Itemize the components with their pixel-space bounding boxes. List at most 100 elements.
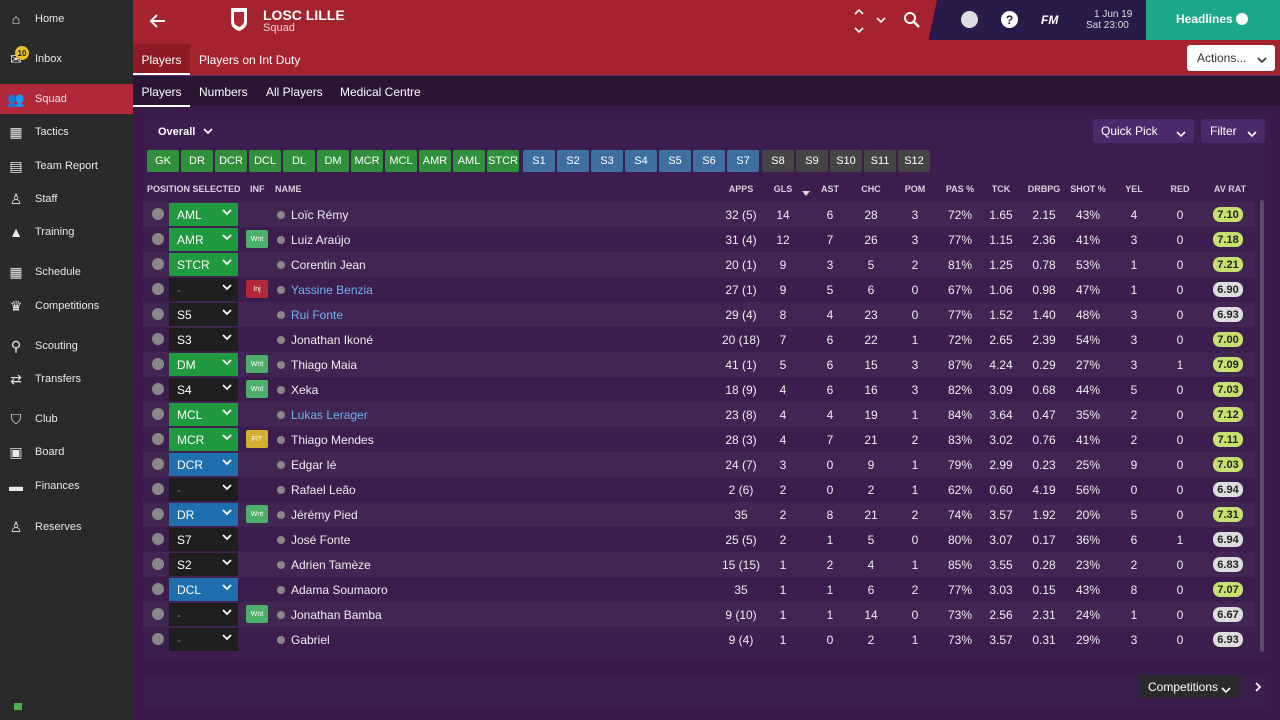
player-info-badge[interactable]: Wnt (246, 605, 268, 623)
sidebar-item-board[interactable]: ▣ Board (0, 437, 133, 467)
table-row[interactable]: S5 Rui Fonte 29 (4) 8 4 23 0 77% 1.52 1.40 48% 3 0 6.… (143, 302, 1255, 327)
position-pill-s7[interactable]: S7 (727, 150, 759, 172)
position-selector[interactable]: S2 (169, 553, 238, 576)
position-selector[interactable]: AML (169, 203, 238, 226)
player-name[interactable]: Edgar Ié (291, 452, 591, 477)
tab-medical-centre[interactable]: Medical Centre (340, 76, 421, 107)
back-arrow-icon[interactable] (147, 10, 169, 32)
position-pill-s6[interactable]: S6 (693, 150, 725, 172)
position-pill-s9[interactable]: S9 (796, 150, 828, 172)
position-pill-dcl[interactable]: DCL (249, 150, 281, 172)
position-pill-s5[interactable]: S5 (659, 150, 691, 172)
player-name[interactable]: Jérémy Pied (291, 502, 591, 527)
position-selector[interactable]: MCR (169, 428, 238, 451)
player-name[interactable]: Adrien Tamèze (291, 552, 591, 577)
row-select-check-icon[interactable] (152, 283, 164, 295)
row-select-check-icon[interactable] (152, 558, 164, 570)
column-header-position-selected[interactable]: POSITION SELECTED (147, 184, 247, 194)
manager-icon[interactable] (961, 11, 978, 28)
row-select-check-icon[interactable] (152, 408, 164, 420)
sidebar-item-scouting[interactable]: ⚲ Scouting (0, 331, 133, 361)
scrollbar[interactable] (1260, 200, 1264, 652)
row-select-check-icon[interactable] (152, 308, 164, 320)
position-pill-stcr[interactable]: STCR (487, 150, 519, 172)
table-row[interactable]: S7 José Fonte 25 (5) 2 1 5 0 80% 3.07 0.17 36% 6 1 6.… (143, 527, 1255, 552)
player-name[interactable]: Rui Fonte (291, 302, 591, 327)
row-select-check-icon[interactable] (152, 208, 164, 220)
headlines-button[interactable]: Headlines (1146, 0, 1280, 40)
table-row[interactable]: - Gabriel 9 (4) 1 0 2 1 73% 3.57 0.31 29% 3 0 6.93 (143, 627, 1255, 652)
player-name[interactable]: Gabriel (291, 627, 591, 652)
row-select-check-icon[interactable] (152, 633, 164, 645)
tab-numbers[interactable]: Numbers (199, 76, 248, 107)
row-select-check-icon[interactable] (152, 333, 164, 345)
row-select-check-icon[interactable] (152, 358, 164, 370)
position-pill-mcl[interactable]: MCL (385, 150, 417, 172)
chevron-right-icon[interactable] (1253, 681, 1263, 696)
position-pill-mcr[interactable]: MCR (351, 150, 383, 172)
position-pill-s10[interactable]: S10 (830, 150, 862, 172)
table-row[interactable]: STCR Corentin Jean 20 (1) 9 3 5 2 81% 1.25 0.78 53… (143, 252, 1255, 277)
column-header-red[interactable]: RED (1165, 184, 1195, 194)
position-pill-s11[interactable]: S11 (864, 150, 896, 172)
column-header-apps[interactable]: APPS (720, 184, 762, 194)
position-pill-s4[interactable]: S4 (625, 150, 657, 172)
competitions-button[interactable]: Competitions (1139, 675, 1239, 698)
sidebar-item-team-report[interactable]: ▤ Team Report (0, 151, 133, 181)
player-name[interactable]: José Fonte (291, 527, 591, 552)
position-selector[interactable]: - (169, 278, 238, 301)
position-selector[interactable]: - (169, 603, 238, 626)
player-name[interactable]: Yassine Benzia (291, 277, 591, 302)
column-header-av-rat[interactable]: AV RAT (1210, 184, 1250, 194)
position-selector[interactable]: STCR (169, 253, 238, 276)
position-selector[interactable]: DCL (169, 578, 238, 601)
table-row[interactable]: DR Wnt Jérémy Pied 35 2 8 21 2 74% 3.57 1.92 20% 5 0 7… (143, 502, 1255, 527)
tab-all-players[interactable]: All Players (266, 76, 323, 107)
row-select-check-icon[interactable] (152, 383, 164, 395)
column-header-ast[interactable]: AST (818, 184, 842, 194)
position-selector[interactable]: S7 (169, 528, 238, 551)
position-selector[interactable]: AMR (169, 228, 238, 251)
player-name[interactable]: Jonathan Ikoné (291, 327, 591, 352)
column-header-tck[interactable]: TCK (986, 184, 1016, 194)
column-header-chc[interactable]: CHC (856, 184, 886, 194)
position-pill-aml[interactable]: AML (453, 150, 485, 172)
column-header-inf[interactable]: INF (250, 184, 270, 194)
position-selector[interactable]: S3 (169, 328, 238, 351)
player-name[interactable]: Corentin Jean (291, 252, 591, 277)
row-select-check-icon[interactable] (152, 533, 164, 545)
player-name[interactable]: Xeka (291, 377, 591, 402)
column-header-drbpg[interactable]: DRBPG (1024, 184, 1064, 194)
sidebar-item-club[interactable]: ⛉ Club (0, 404, 133, 434)
row-select-check-icon[interactable] (152, 433, 164, 445)
sidebar-item-competitions[interactable]: ♛ Competitions (0, 291, 133, 321)
table-row[interactable]: S2 Adrien Tamèze 15 (15) 1 2 4 1 85% 3.55 0.28 23%… (143, 552, 1255, 577)
table-row[interactable]: DCL Adama Soumaoro 35 1 1 6 2 77% 3.03 0.15 43% 8 0 7… (143, 577, 1255, 602)
quick-pick-button[interactable]: Quick Pick (1093, 119, 1194, 143)
table-row[interactable]: - Rafael Leão 2 (6) 2 0 2 1 62% 0.60 4.19 56% 0 0 6.9… (143, 477, 1255, 502)
tab-players-int-duty[interactable]: Players on Int Duty (199, 44, 300, 75)
player-info-badge[interactable]: Wnt (246, 355, 268, 373)
position-pill-s8[interactable]: S8 (762, 150, 794, 172)
table-row[interactable]: AML Loïc Rémy 32 (5) 14 6 28 3 72% 1.65 2.15 43% 4 0… (143, 202, 1255, 227)
position-selector[interactable]: S5 (169, 303, 238, 326)
player-name[interactable]: Thiago Maia (291, 352, 591, 377)
position-selector[interactable]: - (169, 628, 238, 651)
table-row[interactable]: - Wnt Jonathan Bamba 9 (10) 1 1 14 0 73% 2.56 2.31… (143, 602, 1255, 627)
table-row[interactable]: - Inj Yassine Benzia 27 (1) 9 5 6 0 67% 1.06 0.98 4… (143, 277, 1255, 302)
position-pill-s12[interactable]: S12 (898, 150, 930, 172)
row-select-check-icon[interactable] (152, 608, 164, 620)
position-selector[interactable]: MCL (169, 403, 238, 426)
sidebar-item-squad[interactable]: 👥 Squad (0, 84, 133, 114)
column-header-shot[interactable]: SHOT % (1068, 184, 1108, 194)
table-row[interactable]: S3 Jonathan Ikoné 20 (18) 7 6 22 1 72% 2.65 2.39 5… (143, 327, 1255, 352)
fm-menu-label[interactable]: FM (1041, 13, 1058, 27)
position-pill-s1[interactable]: S1 (523, 150, 555, 172)
filter-button[interactable]: Filter (1201, 119, 1265, 143)
tab-players[interactable]: Players (133, 44, 190, 75)
view-selector[interactable]: Overall (158, 124, 218, 140)
player-info-badge[interactable]: Wnt (246, 380, 268, 398)
column-header-pas[interactable]: PAS % (940, 184, 980, 194)
player-info-badge[interactable]: Wnt (246, 505, 268, 523)
table-row[interactable]: DM Wnt Thiago Maia 41 (1) 5 6 15 3 87% 4.24 0.29 27… (143, 352, 1255, 377)
